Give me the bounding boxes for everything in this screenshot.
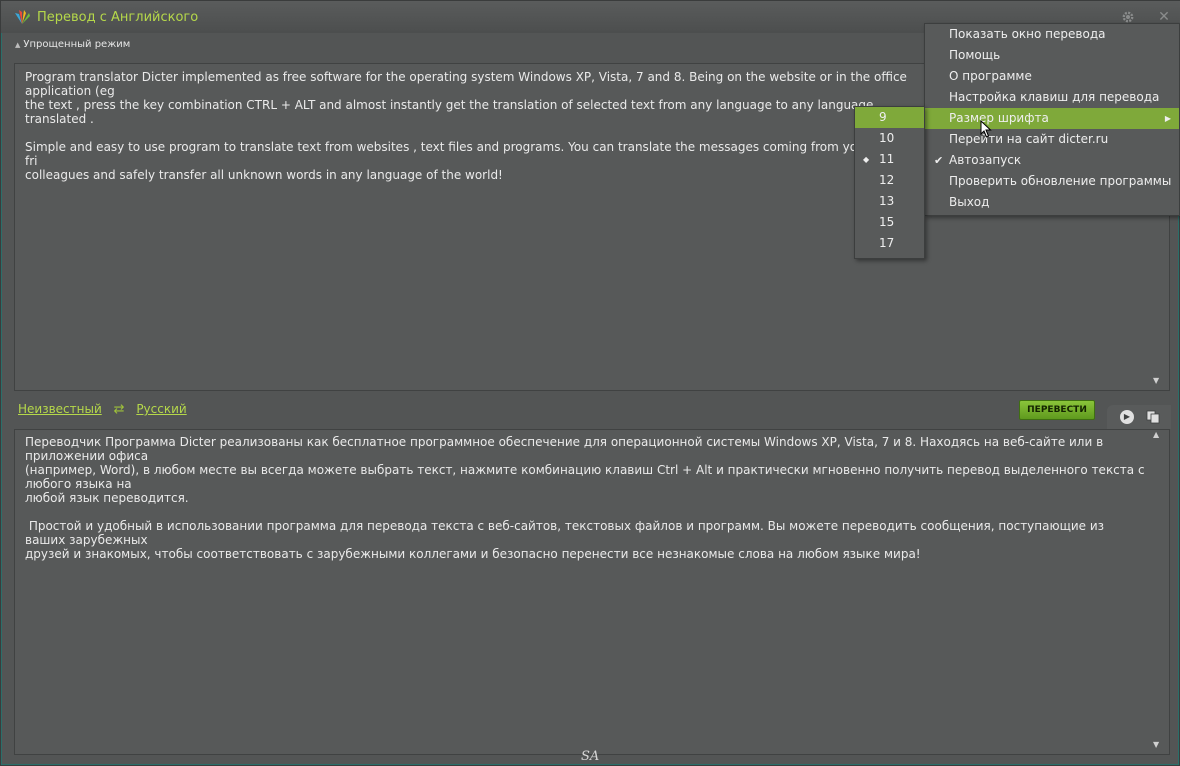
simple-mode-label: Упрощенный режим — [23, 39, 131, 50]
language-selector: Неизвестный ⇄ Русский — [18, 402, 187, 417]
submenu-arrow-icon: ▶ — [1164, 114, 1171, 123]
gear-icon[interactable] — [1121, 10, 1135, 24]
menu-item-autostart[interactable]: ✔ Автозапуск — [925, 150, 1179, 171]
menu-item-exit[interactable]: Выход — [925, 192, 1179, 213]
font-size-option[interactable]: 10 — [855, 128, 924, 149]
menu-item-website[interactable]: Перейти на сайт dicter.ru — [925, 129, 1179, 150]
mouse-cursor-icon — [980, 120, 992, 138]
collapse-triangle-icon: ▲ — [15, 41, 21, 49]
font-size-option[interactable]: ◆ 11 — [855, 149, 924, 170]
menu-item-help[interactable]: Помощь — [925, 45, 1179, 66]
window-title: Перевод с Английского — [37, 10, 199, 25]
scroll-up-arrow-icon[interactable]: ▲ — [1153, 430, 1159, 439]
checkmark-icon: ✔ — [934, 154, 944, 167]
copy-icon[interactable] — [1146, 410, 1160, 424]
source-text[interactable]: Program translator Dicter implemented as… — [25, 70, 925, 182]
translation-text-area[interactable]: ▲ Переводчик Программа Dicter реализован… — [14, 429, 1170, 755]
font-size-option[interactable]: 12 — [855, 170, 924, 191]
font-size-option[interactable]: 13 — [855, 191, 924, 212]
dicter-logo-icon — [15, 10, 30, 24]
font-size-option[interactable]: 15 — [855, 212, 924, 233]
menu-item-hotkeys[interactable]: Настройка клавиш для перевода — [925, 87, 1179, 108]
scroll-down-arrow-icon[interactable]: ▼ — [1153, 740, 1159, 749]
target-language-link[interactable]: Русский — [136, 402, 186, 416]
translation-text[interactable]: Переводчик Программа Dicter реализованы … — [25, 435, 1145, 561]
signature: SA — [581, 749, 600, 764]
menu-item-font-size[interactable]: Размер шрифта ▶ — [925, 108, 1179, 129]
context-menu: Показать окно перевода Помощь О программ… — [924, 23, 1180, 216]
translate-button[interactable]: ПЕРЕВЕСТИ — [1019, 400, 1095, 420]
menu-item-about[interactable]: О программе — [925, 66, 1179, 87]
font-size-submenu: 9 10 ◆ 11 12 13 15 17 — [854, 106, 925, 259]
simple-mode-toggle[interactable]: ▲ Упрощенный режим — [15, 39, 130, 50]
output-toolbar — [1107, 405, 1171, 429]
source-language-link[interactable]: Неизвестный — [18, 402, 102, 416]
scroll-down-arrow-icon[interactable]: ▼ — [1153, 376, 1159, 385]
font-size-option[interactable]: 9 — [855, 107, 924, 128]
close-icon[interactable]: ✕ — [1157, 10, 1171, 24]
selected-dot-icon: ◆ — [863, 155, 870, 164]
play-icon[interactable]: ▶ — [1120, 410, 1134, 424]
menu-item-check-updates[interactable]: Проверить обновление программы — [925, 171, 1179, 192]
menu-item-show-window[interactable]: Показать окно перевода — [925, 24, 1179, 45]
swap-languages-icon[interactable]: ⇄ — [114, 402, 125, 417]
font-size-option[interactable]: 17 — [855, 233, 924, 254]
